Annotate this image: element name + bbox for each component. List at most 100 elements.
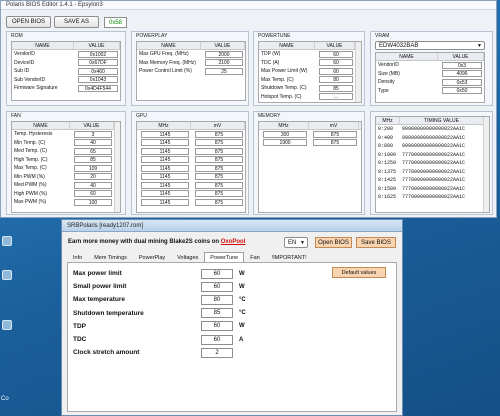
cell-value[interactable]: 875 — [313, 130, 357, 138]
cell-value[interactable]: 65 — [74, 147, 112, 155]
gpu-table[interactable]: MHz mV 1145 875 1145 875 1145 875 1145 875 1145 875… — [136, 121, 246, 213]
table-row[interactable]: High PWM (%) 60 — [12, 190, 120, 199]
cell-value[interactable]: 1145 — [141, 173, 189, 181]
table-row[interactable]: Med PWM (%) 40 — [12, 181, 120, 190]
table-row[interactable]: Max GPU Freq. (MHz) 2000 — [137, 50, 245, 59]
table-row[interactable]: Firmware Signature 0x4D4F544 — [12, 84, 120, 93]
desktop-shortcut-icon[interactable] — [2, 320, 12, 330]
default-values-button[interactable]: Default values — [332, 267, 386, 278]
cell-value[interactable]: 875 — [195, 139, 243, 147]
table-row[interactable]: 1145 875 — [137, 190, 245, 199]
vram-select[interactable]: EDW4032BAB ▼ — [375, 41, 485, 50]
table-row[interactable]: Power Control Limit (%) 25 — [137, 67, 245, 76]
desktop-shortcut-icon[interactable] — [2, 236, 12, 246]
cell-value[interactable]: 4096 — [442, 70, 482, 78]
cell-value[interactable]: 0x460 — [78, 67, 118, 75]
field-input[interactable]: 85 — [201, 308, 233, 319]
table-row[interactable]: 1145 875 — [137, 173, 245, 182]
table-row[interactable]: Size (MB) 4096 — [376, 70, 484, 79]
table-row[interactable]: VendorID 0x1002 — [12, 50, 120, 59]
cell-value[interactable]: 100 — [74, 198, 112, 206]
vram-table[interactable]: NAME VALUE VendorID 0x3 Size (MB) 4096 Density… — [375, 52, 485, 103]
table-row[interactable]: 0:400 99900000000000022AA1C — [376, 134, 489, 143]
table-row[interactable]: 1145 875 — [137, 164, 245, 173]
table-row[interactable]: TDC (A) 60 — [259, 59, 361, 68]
cell-value[interactable]: 2100 — [205, 59, 243, 67]
table-row[interactable]: Min Temp. (C) 40 — [12, 139, 120, 148]
cell-value[interactable]: 1145 — [141, 181, 189, 189]
memory-table[interactable]: MHz mV 300 875 1900 875 — [258, 121, 362, 213]
cell-value[interactable]: 60 — [319, 50, 353, 58]
cell-value[interactable]: 875 — [195, 190, 243, 198]
cell-value[interactable]: 0x67DF — [78, 59, 118, 67]
field-input[interactable]: 60 — [201, 321, 233, 332]
cell-value[interactable]: 109 — [74, 164, 112, 172]
oxopool-link[interactable]: OxoPool — [221, 239, 246, 245]
cell-value[interactable]: 0x53 — [442, 78, 482, 86]
cell-value[interactable]: 3 — [74, 130, 112, 138]
cell-value[interactable]: 60 — [319, 59, 353, 67]
table-row[interactable]: DeviceID 0x67DF — [12, 59, 120, 68]
cell-value[interactable]: 0x4D4F544 — [78, 84, 118, 92]
cell-value[interactable]: 1145 — [141, 130, 189, 138]
cell-value[interactable]: 0x3 — [442, 61, 482, 69]
table-row[interactable]: 0:200 99900000000000022AA1C — [376, 125, 489, 134]
field-input[interactable]: 60 — [201, 334, 233, 345]
cell-value[interactable]: 875 — [195, 147, 243, 155]
cell-value[interactable]: 0x50 — [442, 87, 482, 95]
table-row[interactable]: Temp. Hysteresis 3 — [12, 130, 120, 139]
cell-value[interactable]: 85 — [319, 84, 353, 92]
table-row[interactable]: High Temp. (C) 85 — [12, 156, 120, 165]
cell-value[interactable]: 875 — [195, 156, 243, 164]
table-row[interactable]: 1145 875 — [137, 130, 245, 139]
rom-table[interactable]: NAME VALUE VendorID 0x1002 DeviceID 0x67DF Sub… — [11, 41, 121, 101]
open-bios-button[interactable]: Open BIOS — [315, 237, 352, 248]
cell-value[interactable]: 300 — [263, 130, 307, 138]
cell-value[interactable]: 2000 — [205, 50, 243, 58]
table-row[interactable]: 1145 875 — [137, 198, 245, 207]
cell-value[interactable]: 80 — [319, 76, 353, 84]
powerplay-table[interactable]: NAME VALUE Max GPU Freq. (MHz) 2000 Max Memo… — [136, 41, 246, 101]
table-row[interactable]: Max Memory Freq. (MHz) 2100 — [137, 59, 245, 68]
cell-value[interactable]: ... — [319, 93, 353, 101]
cell-value[interactable]: 20 — [74, 173, 112, 181]
table-row[interactable]: Max Temp. (C) 80 — [259, 76, 361, 85]
save-bios-button[interactable]: Save BIOS — [356, 237, 396, 248]
cell-value[interactable]: 85 — [74, 156, 112, 164]
cell-value[interactable]: 875 — [195, 130, 243, 138]
table-row[interactable]: Type 0x50 — [376, 87, 484, 96]
cell-value[interactable]: 60 — [319, 67, 353, 75]
table-row[interactable]: 1145 875 — [137, 147, 245, 156]
cell-value[interactable]: 1145 — [141, 164, 189, 172]
cell-value[interactable]: 0x1043 — [78, 76, 118, 84]
cell-value[interactable]: 0x1002 — [78, 50, 118, 58]
cell-value[interactable]: 875 — [195, 164, 243, 172]
cell-value[interactable]: 875 — [195, 181, 243, 189]
table-row[interactable]: 0:1625 77700000000000022AA1C — [376, 193, 489, 202]
table-row[interactable]: 1145 875 — [137, 139, 245, 148]
table-row[interactable]: 0:1500 77700000000000022AA1C — [376, 185, 489, 194]
cell-value[interactable]: 1145 — [141, 139, 189, 147]
cell-value[interactable]: 1145 — [141, 190, 189, 198]
table-row[interactable]: VendorID 0x3 — [376, 61, 484, 70]
table-row[interactable]: 0:1250 77700000000000022AA1C — [376, 159, 489, 168]
field-input[interactable]: 60 — [201, 281, 233, 292]
save-as-button[interactable]: SAVE AS — [54, 16, 99, 28]
open-bios-button[interactable]: OPEN BIOS — [6, 16, 51, 28]
table-row[interactable]: Shutdown Temp. (C) 85 — [259, 84, 361, 93]
scrollbar[interactable] — [483, 117, 489, 212]
timings-table[interactable]: MHz TIMING VALUE 0:200 99900000000000022AA1… — [375, 116, 490, 213]
table-row[interactable]: Sub VendorID 0x1043 — [12, 76, 120, 85]
table-row[interactable]: 0:800 99900000000000022AA1C — [376, 142, 489, 151]
field-input[interactable]: 2 — [201, 347, 233, 358]
table-row[interactable]: Max Temp. (C) 109 — [12, 164, 120, 173]
table-row[interactable]: 0:1425 77700000000000022AA1C — [376, 176, 489, 185]
cell-value[interactable]: 60 — [74, 190, 112, 198]
table-row[interactable]: Med Temp. (C) 65 — [12, 147, 120, 156]
desktop-shortcut-icon[interactable] — [2, 270, 12, 280]
field-input[interactable]: 60 — [201, 268, 233, 279]
table-row[interactable]: 0:1375 77700000000000022AA1C — [376, 168, 489, 177]
scrollbar[interactable] — [114, 122, 120, 212]
table-row[interactable]: Max Power Limit (W) 60 — [259, 67, 361, 76]
cell-value[interactable]: 875 — [195, 198, 243, 206]
